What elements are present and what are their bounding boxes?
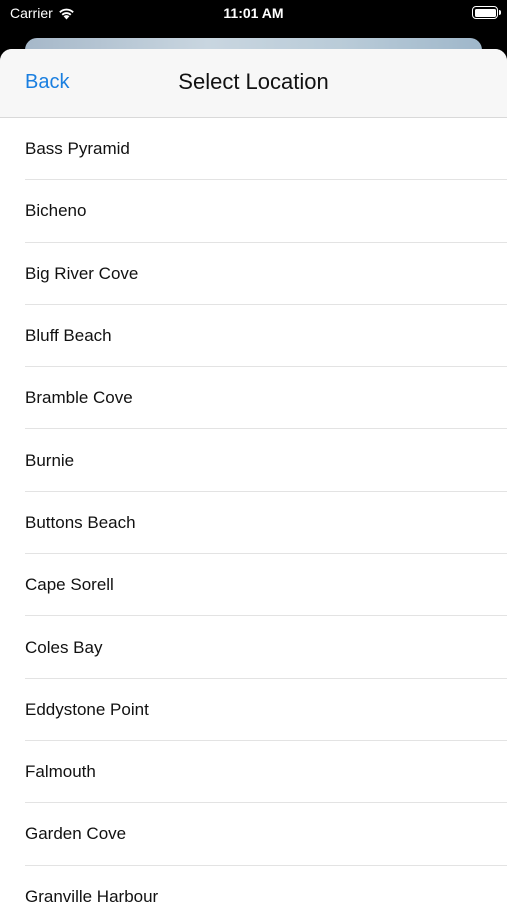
location-label: Coles Bay [25,637,103,657]
location-list: Bass Pyramid Bicheno Big River Cove Bluf… [0,118,507,909]
location-list-item[interactable]: Falmouth [0,741,507,804]
location-list-item[interactable]: Bramble Cove [0,367,507,430]
location-label: Eddystone Point [25,699,149,719]
location-list-item[interactable]: Coles Bay [0,616,507,679]
location-list-item[interactable]: Eddystone Point [0,679,507,742]
location-label: Bicheno [25,201,87,221]
location-list-item[interactable]: Bluff Beach [0,305,507,368]
location-list-item[interactable]: Big River Cove [0,243,507,306]
location-label: Bramble Cove [25,388,133,408]
location-list-item[interactable]: Garden Cove [0,803,507,866]
location-label: Buttons Beach [25,512,136,532]
location-label: Falmouth [25,762,96,782]
status-time: 11:01 AM [223,5,284,21]
location-label: Granville Harbour [25,886,159,906]
location-label: Garden Cove [25,824,127,844]
battery-icon [472,6,501,19]
location-label: Big River Cove [25,263,139,283]
page-title: Select Location [178,69,329,94]
location-list-item[interactable]: Cape Sorell [0,554,507,617]
location-list-item[interactable]: Burnie [0,429,507,493]
status-bar: Carrier 11:01 AM [0,0,507,30]
location-list-item[interactable]: Bass Pyramid [0,118,507,181]
navigation-bar: Back Select Location [0,49,507,118]
location-list-item[interactable]: Bicheno [0,180,507,243]
location-picker-sheet: Back Select Location Bass Pyramid Bichen… [0,49,507,909]
location-label: Bluff Beach [25,326,112,346]
location-list-item[interactable]: Buttons Beach [0,492,507,555]
location-label: Burnie [25,450,75,470]
location-label: Bass Pyramid [25,139,130,159]
location-list-item[interactable]: Granville Harbour [0,866,507,909]
location-label: Cape Sorell [25,575,114,595]
